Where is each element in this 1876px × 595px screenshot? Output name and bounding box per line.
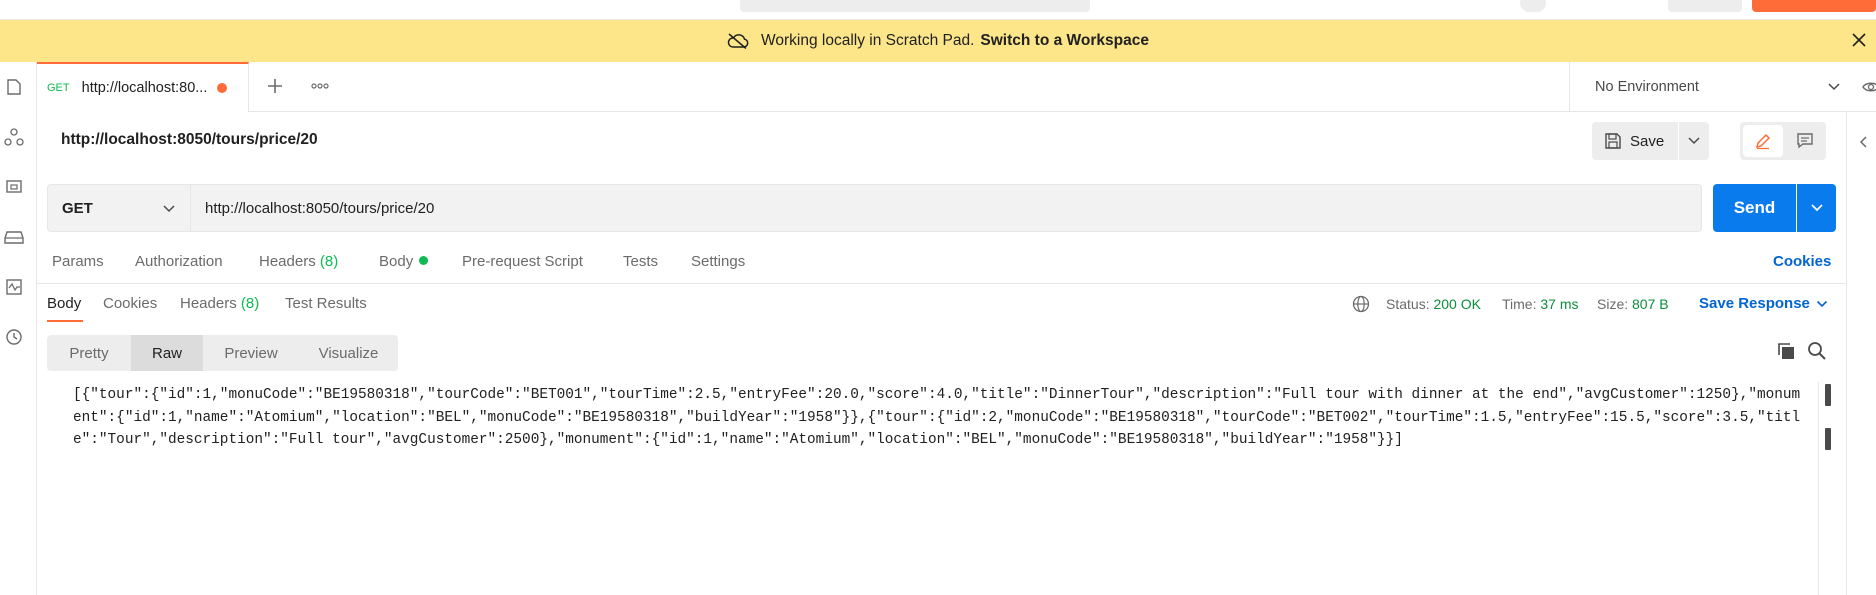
size-label: Size: [1597, 296, 1629, 312]
chevron-down-icon [1827, 82, 1841, 92]
response-tab-headers-count: (8) [240, 295, 260, 312]
scrollbar-thumb-lower[interactable] [1825, 428, 1831, 450]
tab-params[interactable]: Params [52, 253, 104, 270]
save-label: Save [1630, 132, 1665, 150]
left-sidebar [0, 62, 37, 595]
time-value: 37 ms [1540, 296, 1579, 312]
chevron-down-icon [162, 204, 176, 214]
save-icon [1604, 132, 1630, 150]
apis-icon[interactable] [3, 126, 25, 148]
tab-headers[interactable]: Headers (8) [259, 253, 338, 270]
status-readout: Status: 200 OK [1386, 296, 1481, 312]
view-visualize-button[interactable]: Visualize [299, 335, 398, 371]
upgrade-button-remnant[interactable] [1668, 0, 1742, 12]
eye-icon[interactable] [1862, 79, 1876, 95]
size-readout: Size: 807 B [1597, 296, 1669, 312]
request-name[interactable]: http://localhost:8050/tours/price/20 [61, 131, 318, 149]
top-toolbar-strip [0, 0, 1876, 20]
plus-icon[interactable] [265, 76, 285, 96]
search-icon[interactable] [1807, 341, 1827, 361]
save-dropdown-button[interactable] [1679, 122, 1709, 160]
comment-icon[interactable] [1786, 125, 1824, 157]
tab-body-label: Body [379, 253, 414, 270]
close-icon[interactable] [1850, 31, 1868, 49]
method-label: GET [62, 199, 93, 217]
cookies-link[interactable]: Cookies [1773, 253, 1831, 270]
view-mode-segmented: Pretty Raw Preview Visualize [47, 335, 398, 371]
response-body-raw[interactable]: [{"tour":{"id":1,"monuCode":"BE19580318"… [73, 384, 1808, 452]
invite-button-remnant[interactable] [1752, 0, 1876, 12]
response-tab-cookies[interactable]: Cookies [103, 295, 157, 312]
environment-select[interactable]: No Environment [1569, 62, 1869, 112]
time-label: Time: [1502, 296, 1537, 312]
send-button[interactable]: Send [1713, 184, 1796, 232]
save-response-button[interactable]: Save Response [1699, 295, 1828, 312]
chevron-down-icon [1688, 137, 1700, 145]
send-dropdown-button[interactable] [1797, 184, 1836, 232]
response-tab-test-results[interactable]: Test Results [285, 295, 367, 312]
tab-body[interactable]: Body [379, 253, 429, 270]
avatar-remnant[interactable] [1520, 0, 1546, 12]
switch-workspace-link[interactable]: Switch to a Workspace [980, 32, 1149, 50]
chevron-down-icon [1816, 300, 1828, 309]
section-divider [37, 283, 1846, 284]
scrollbar-track[interactable] [1818, 382, 1826, 595]
save-button[interactable]: Save [1592, 122, 1678, 160]
scratch-pad-banner: Working locally in Scratch Pad. Switch t… [0, 20, 1876, 62]
banner-text: Working locally in Scratch Pad. [761, 32, 975, 49]
response-tab-body[interactable]: Body [47, 295, 81, 312]
method-select[interactable]: GET [47, 184, 191, 232]
more-horizontal-icon[interactable] [310, 76, 330, 96]
time-readout: Time: 37 ms [1502, 296, 1579, 312]
right-side-rail [1846, 112, 1876, 595]
request-tab[interactable]: GET http://localhost:80... [37, 62, 249, 112]
environments-icon[interactable] [3, 176, 25, 198]
code-icon[interactable] [1857, 134, 1873, 150]
status-value: 200 OK [1433, 296, 1481, 312]
request-tab-bar: GET http://localhost:80... No Environmen… [37, 62, 1876, 112]
globe-icon[interactable] [1352, 295, 1370, 313]
tab-method: GET [47, 82, 70, 94]
edit-comment-toggle [1740, 122, 1826, 160]
tab-headers-label: Headers [259, 253, 316, 270]
tab-headers-count: (8) [319, 253, 339, 270]
copy-icon[interactable] [1776, 341, 1796, 361]
url-input[interactable] [191, 184, 1702, 232]
view-preview-button[interactable]: Preview [203, 335, 299, 371]
collections-icon[interactable] [3, 76, 25, 98]
response-tab-headers-label: Headers [180, 295, 237, 312]
environment-label: No Environment [1595, 79, 1699, 95]
size-value: 807 B [1632, 296, 1669, 312]
view-raw-button[interactable]: Raw [131, 335, 203, 371]
tab-pre-request-script[interactable]: Pre-request Script [462, 253, 583, 270]
tab-label: http://localhost:80... [81, 80, 208, 96]
response-tab-headers[interactable]: Headers (8) [180, 295, 259, 312]
tab-tests[interactable]: Tests [623, 253, 658, 270]
pencil-icon[interactable] [1743, 125, 1783, 157]
tab-authorization[interactable]: Authorization [135, 253, 223, 270]
status-label: Status: [1386, 296, 1430, 312]
scrollbar-thumb[interactable] [1825, 384, 1831, 406]
save-response-label: Save Response [1699, 295, 1810, 312]
view-pretty-button[interactable]: Pretty [47, 335, 131, 371]
cloud-off-icon [727, 33, 749, 49]
chevron-down-icon [1810, 204, 1823, 212]
tab-settings[interactable]: Settings [691, 253, 745, 270]
mock-servers-icon[interactable] [3, 226, 25, 248]
monitors-icon[interactable] [3, 276, 25, 298]
history-icon[interactable] [3, 326, 25, 348]
active-tab-underline [47, 320, 83, 322]
unsaved-dot-icon [217, 83, 228, 93]
body-indicator-dot-icon [419, 256, 429, 265]
search-bar-remnant[interactable] [740, 0, 1090, 12]
